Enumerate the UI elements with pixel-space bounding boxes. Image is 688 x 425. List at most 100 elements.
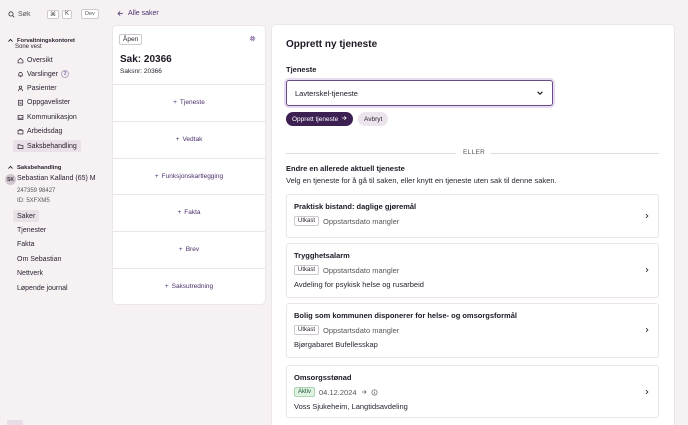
chevron-right-icon <box>644 327 650 333</box>
cancel-button[interactable]: Avbryt <box>358 112 389 126</box>
service-name: Bolig som kommunen disponerer for helse-… <box>294 311 517 320</box>
sidebar-item-kommunikasjon[interactable]: Kommunikasjon <box>13 111 81 123</box>
or-text: ELLER <box>463 149 486 156</box>
person-nav-fakta[interactable]: Fakta <box>13 238 39 250</box>
sidebar-item-oversikt[interactable]: Oversikt <box>13 54 57 66</box>
search-input[interactable] <box>18 10 44 18</box>
sidebar-item-label: Pasienter <box>27 84 57 92</box>
briefcase-icon <box>17 128 24 135</box>
case-card: Åpen Sak: 20366 Saksnr: 20366 + Tjeneste… <box>113 26 265 304</box>
sidebar: ⌘ K Dev Forvaltningskontoret Sone vest O… <box>0 0 108 425</box>
add-vedtak-button[interactable]: + Vedtak <box>113 121 265 158</box>
divider-line <box>286 153 456 154</box>
create-service-panel: Opprett ny tjeneste Tjeneste Lavterskel-… <box>272 25 674 425</box>
plus-icon: + <box>178 246 183 253</box>
office-section-title: Forvaltningskontoret <box>17 37 75 44</box>
search-icon <box>8 10 15 18</box>
office-section-header[interactable]: Forvaltningskontoret <box>7 37 75 44</box>
sidebar-item-saksbehandling[interactable]: Saksbehandling <box>13 140 81 152</box>
service-unit: Voss Sjukeheim, Langtidsavdeling <box>294 402 408 411</box>
status-badge: Aktiv <box>294 387 316 397</box>
service-name: Praktisk bistand: daglige gjøremål <box>294 202 417 211</box>
case-title: Sak: 20366 <box>120 54 172 65</box>
sidebar-item-label: Saksbehandling <box>27 142 77 150</box>
person-id: ID: 5XFXM5 <box>17 198 50 204</box>
or-divider: ELLER <box>286 149 659 158</box>
case-section-header[interactable]: Saksbehandling <box>7 164 61 171</box>
arrow-left-icon <box>117 10 124 17</box>
service-field-label: Tjeneste <box>286 65 317 74</box>
service-status-row: Utkast Oppstartsdato mangler <box>294 325 399 335</box>
service-select-value: Lavterskel-tjeneste <box>295 88 358 98</box>
service-select[interactable]: Lavterskel-tjeneste <box>286 80 553 106</box>
create-service-button[interactable]: Opprett tjeneste <box>286 112 354 126</box>
service-card[interactable]: Bolig som kommunen disponerer for helse-… <box>286 303 659 358</box>
person-nav-saker[interactable]: Saker <box>13 210 40 222</box>
service-status-row: Aktiv 04.12.2024 <box>294 387 378 397</box>
add-funksjonskartlegging-button[interactable]: + Funksjonskartlegging <box>113 158 265 195</box>
inbox-icon <box>17 114 24 121</box>
add-fakta-button[interactable]: + Fakta <box>113 194 265 231</box>
divider-line <box>490 153 659 154</box>
add-tjeneste-button[interactable]: + Tjeneste <box>113 84 265 121</box>
avatar: SK <box>5 174 16 185</box>
bell-icon <box>17 71 24 78</box>
service-status-text: Oppstartsdato mangler <box>323 265 400 275</box>
case-action-label: Saksutredning <box>171 283 214 290</box>
sidebar-item-label: Kommunikasjon <box>27 113 77 121</box>
service-name: Trygghetsalarm <box>294 251 350 260</box>
plus-icon: + <box>154 173 159 180</box>
service-card[interactable]: Trygghetsalarm Utkast Oppstartsdato mang… <box>286 243 659 298</box>
case-action-label: Funksjonskartlegging <box>161 173 224 180</box>
user-icon <box>17 85 24 92</box>
chevron-right-icon <box>644 267 650 273</box>
sidebar-item-label: Oppgavelister <box>27 98 71 106</box>
case-action-label: Fakta <box>184 209 201 216</box>
person-nav-lopende-journal[interactable]: Løpende journal <box>13 282 72 294</box>
service-status-text: Oppstartsdato mangler <box>323 325 400 335</box>
service-unit: Bjørgabaret Bufellesskap <box>294 340 378 349</box>
person-nav-tjenester[interactable]: Tjenester <box>13 224 50 236</box>
sidebar-item-arbeidsdag[interactable]: Arbeidsdag <box>13 125 66 137</box>
case-section-title: Saksbehandling <box>17 164 62 171</box>
back-link[interactable]: Alle saker <box>117 10 159 17</box>
env-badge: Dev <box>81 9 99 19</box>
gear-icon[interactable] <box>249 35 256 42</box>
shortcut-key-cmd: ⌘ <box>47 9 59 19</box>
person-nav-om-sebastian[interactable]: Om Sebastian <box>13 253 65 265</box>
sidebar-item-label: Arbeidsdag <box>27 127 63 135</box>
arrow-right-icon <box>361 389 367 395</box>
page-title: Opprett ny tjeneste <box>286 39 378 50</box>
info-icon[interactable] <box>371 389 378 396</box>
sidebar-collapse-handle[interactable] <box>7 420 23 425</box>
sidebar-item-oppgavelister[interactable]: Oppgavelister <box>13 96 74 108</box>
service-status-text: Oppstartsdato mangler <box>323 216 400 226</box>
sidebar-item-label: Oversikt <box>27 56 53 64</box>
existing-services-description: Velg en tjeneste for å gå til saken, ell… <box>286 176 557 185</box>
home-icon <box>17 57 24 64</box>
person-name[interactable]: Sebastian Kalland (65) M <box>17 175 96 182</box>
back-link-label: Alle saker <box>128 10 159 17</box>
add-saksutredning-button[interactable]: + Saksutredning <box>113 268 265 305</box>
chevron-up-icon <box>7 37 14 44</box>
service-card[interactable]: Praktisk bistand: daglige gjøremål Utkas… <box>286 194 659 238</box>
notification-count-badge: 3 <box>61 70 69 78</box>
case-action-label: Vedtak <box>182 136 203 143</box>
plus-icon: + <box>173 99 177 106</box>
status-badge: Utkast <box>294 216 320 226</box>
chevron-up-icon <box>7 164 14 171</box>
service-card[interactable]: Omsorgsstønad Aktiv 04.12.2024 Voss Sjuk… <box>286 365 659 418</box>
add-brev-button[interactable]: + Brev <box>113 231 265 268</box>
status-badge: Utkast <box>294 325 320 335</box>
sidebar-item-pasienter[interactable]: Pasienter <box>13 82 61 94</box>
service-status-row: Utkast Oppstartsdato mangler <box>294 265 399 275</box>
service-status-row: Utkast Oppstartsdato mangler <box>294 216 399 226</box>
office-section-subtitle: Sone vest <box>15 44 42 50</box>
person-nav-nettverk[interactable]: Nettverk <box>13 267 47 279</box>
service-start-date: 04.12.2024 <box>319 387 357 397</box>
folder-icon <box>17 143 24 150</box>
chevron-right-icon <box>644 213 650 219</box>
search-bar[interactable]: ⌘ K Dev <box>8 9 99 19</box>
existing-services-heading: Endre en allerede aktuell tjeneste <box>286 164 405 173</box>
sidebar-item-varslinger[interactable]: Varslinger 3 <box>13 68 73 80</box>
